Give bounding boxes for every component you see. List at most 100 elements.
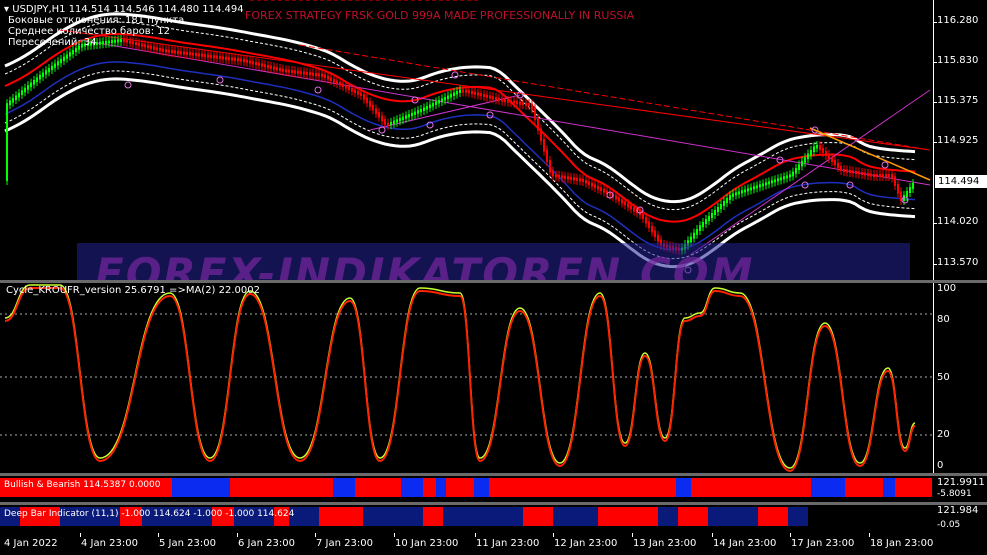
candle-body (330, 77, 332, 81)
candle-body (51, 65, 53, 70)
db-axis-top: 121.984 (937, 505, 979, 516)
symbol-line: ▾ USDJPY,H1 114.514 114.546 114.480 114.… (4, 4, 244, 15)
candle-body (408, 114, 410, 118)
deep-bar-segment (598, 507, 658, 526)
candle-body (531, 103, 533, 110)
candle-body (72, 50, 74, 55)
lower-envelope-line (4, 77, 916, 269)
candle-body (321, 73, 323, 77)
deep-bar-segment (553, 507, 598, 526)
candle-body (882, 174, 884, 177)
candle-body (375, 108, 377, 114)
candle-body (492, 96, 494, 100)
candle-body (522, 102, 524, 106)
candle-body (447, 95, 449, 99)
candle-body (102, 41, 104, 45)
candle-body (864, 172, 866, 176)
candle-body (822, 148, 824, 153)
candle-body (780, 177, 782, 181)
candle-body (819, 145, 821, 150)
candle-body (837, 163, 839, 168)
price-tick: 116.280 (937, 15, 979, 26)
candle-body (183, 51, 185, 55)
candle-body (27, 85, 29, 90)
candle-body (513, 100, 515, 104)
bullish-bearish-pane[interactable]: Bullish & Bearish 114.5387 0.0000 121.99… (0, 476, 987, 502)
candle-body (123, 39, 125, 42)
candle-body (507, 99, 509, 103)
candle-body (39, 74, 41, 80)
candle-body (345, 85, 347, 89)
price-plot-area[interactable] (0, 0, 934, 280)
pivot-marker (378, 126, 386, 134)
candle-body (642, 213, 644, 219)
candle-body (885, 174, 887, 177)
bullish-bearish-segment (530, 478, 676, 497)
candle-body (252, 61, 254, 65)
candle-body (867, 173, 869, 176)
candle-body (744, 189, 746, 193)
candle-body (300, 71, 302, 75)
candle-body (552, 170, 554, 177)
candle-body (42, 72, 44, 77)
oscillator-axis[interactable]: 100 80 50 20 0 (934, 283, 987, 473)
candle-body (723, 201, 725, 206)
candle-body (456, 91, 458, 95)
candle-body (48, 68, 50, 73)
candle-body (654, 230, 656, 237)
candle-body (366, 97, 368, 104)
candle-body (600, 187, 602, 191)
bullish-bearish-segment (446, 478, 474, 497)
osc-tick: 80 (937, 314, 950, 325)
deep-bar-pane[interactable]: Deep Bar Indicator (11,1) -1.000 114.624… (0, 505, 987, 533)
price-chart-pane[interactable]: FOREX-INDIKATOREN.COM ▾ USDJPY,H1 114.51… (0, 0, 987, 301)
candle-body (192, 52, 194, 56)
candle-body (621, 199, 623, 204)
candle-body (534, 107, 536, 120)
bullish-bearish-segment (811, 478, 845, 497)
candle-body (288, 69, 290, 73)
time-axis[interactable]: 4 Jan 2022 4 Jan 23:00 5 Jan 23:00 6 Jan… (0, 533, 987, 555)
candle-body (273, 66, 275, 70)
collapse-triangle-icon[interactable]: ▾ (4, 4, 9, 15)
candle-body (156, 47, 158, 51)
candle-body (651, 226, 653, 233)
candle-body (825, 151, 827, 156)
price-axis[interactable]: 116.280 115.830 115.375 114.925 114.020 … (934, 0, 987, 280)
date-label: 17 Jan 23:00 (791, 538, 855, 549)
candle-body (129, 40, 131, 44)
candle-body (306, 71, 308, 75)
candle-body (750, 187, 752, 191)
candle-body (879, 174, 881, 177)
candle-body (222, 56, 224, 60)
deep-bar-axis[interactable]: 121.984 -0.05 (934, 505, 987, 533)
candle-body (546, 149, 548, 162)
candle-body (747, 188, 749, 192)
bullish-bearish-axis[interactable]: 121.9911 -5.8091 (934, 476, 987, 502)
oscillator-svg (0, 284, 933, 473)
candle-body (462, 89, 464, 93)
candle-body (693, 232, 695, 239)
candle-body (219, 56, 221, 59)
candle-body (786, 175, 788, 179)
candle-body (585, 180, 587, 184)
candle-body (24, 87, 26, 93)
magenta-rising-trend-line (689, 89, 931, 256)
candle-body (294, 70, 296, 74)
candle-body (315, 73, 317, 76)
candle-body (45, 70, 47, 75)
bullish-bearish-segment (355, 478, 401, 497)
candle-body (111, 40, 113, 44)
candle-body (840, 166, 842, 171)
candle-body (648, 221, 650, 228)
candle-body (726, 198, 728, 203)
candle-body (9, 100, 11, 106)
candle-body (528, 103, 530, 107)
candle-body (741, 190, 743, 194)
candle-body (570, 176, 572, 180)
oscillator-pane[interactable]: Cycle_KROUFR_version 25.6791 =>MA(2) 22.… (0, 283, 987, 473)
deep-bar-segment (758, 507, 788, 526)
oscillator-plot-area[interactable] (0, 283, 934, 473)
candle-body (105, 40, 107, 44)
candle-body (657, 235, 659, 242)
